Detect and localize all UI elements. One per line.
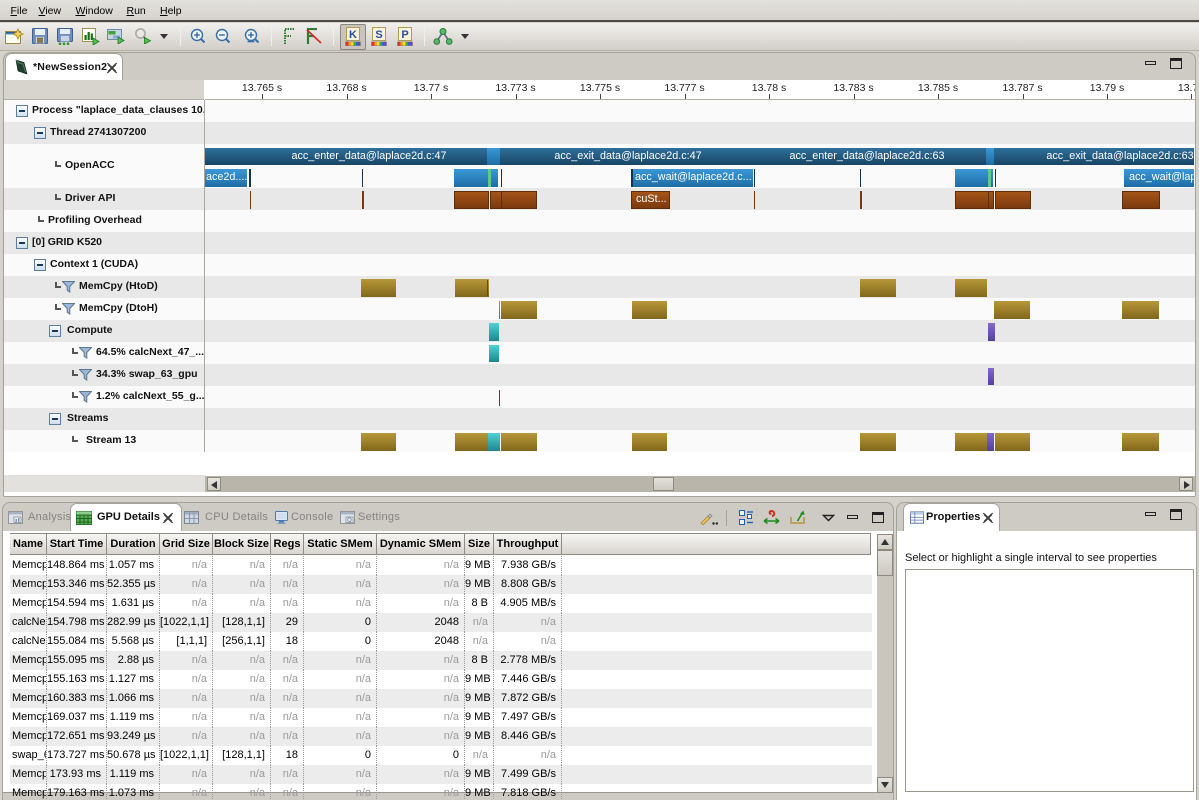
svg-text:K: K xyxy=(349,29,357,41)
svg-text:P: P xyxy=(401,29,408,41)
svg-text:S: S xyxy=(375,29,382,41)
